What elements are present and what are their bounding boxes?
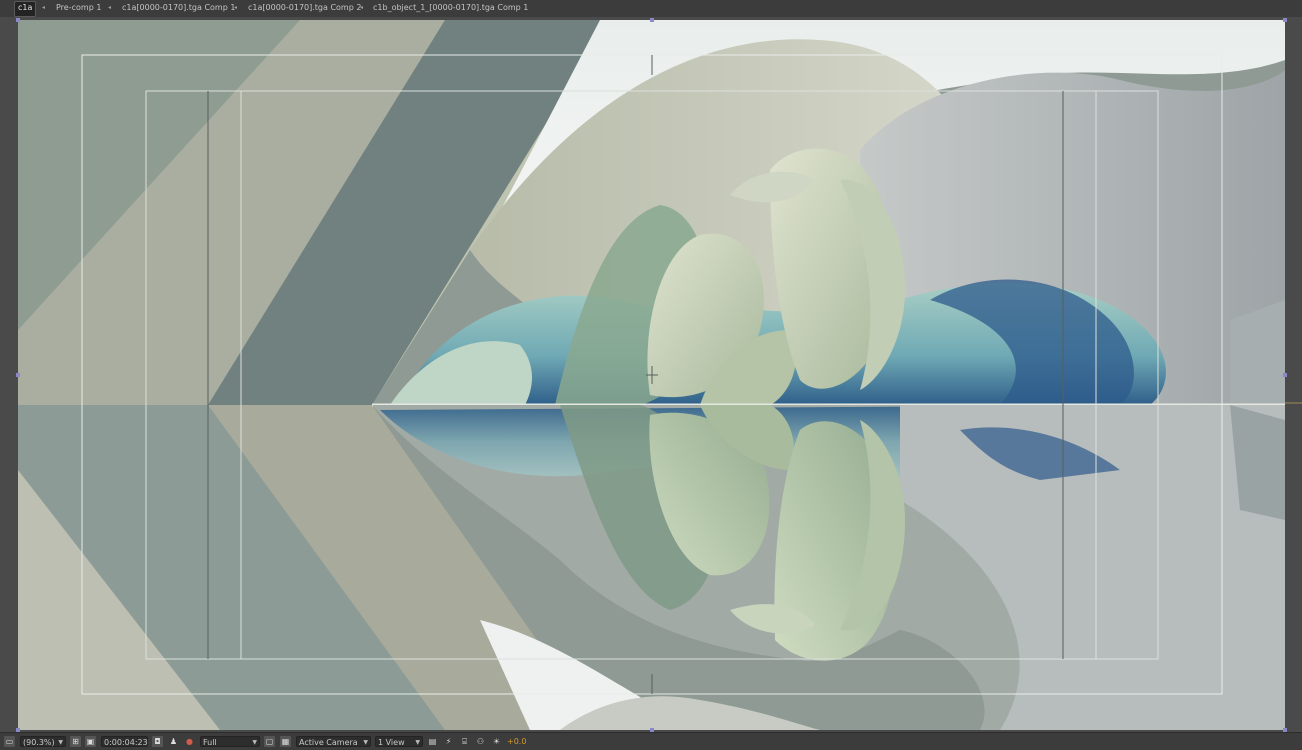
current-time-display[interactable]: 0:00:04:23 (101, 736, 148, 747)
crumb-separator-icon: ◂ (234, 4, 238, 11)
transparency-grid-icon[interactable]: ▦ (280, 736, 291, 747)
timeline-icon[interactable]: ⌸ (459, 736, 470, 747)
safe-margins-icon[interactable]: ⊞ (70, 736, 81, 747)
show-snapshot-icon[interactable]: ♟ (168, 736, 179, 747)
view-layout-dropdown[interactable]: 1 View (375, 736, 423, 748)
viewer-toolbar: ▭ (90.3%) ⊞ ▣ 0:00:04:23 ◘ ♟ ● Full ▢ ▦ … (0, 732, 1302, 750)
crumb-c1a-tga-comp-2[interactable]: c1a[0000-0170].tga Comp 2 (248, 1, 361, 15)
composition-viewer[interactable] (0, 17, 1302, 732)
pixel-aspect-icon[interactable]: ▤ (427, 736, 438, 747)
fast-previews-icon[interactable]: ⚡ (443, 736, 454, 747)
frame-handle (1283, 373, 1287, 377)
crumb-separator-icon: ◂ (42, 4, 46, 11)
composition-frame[interactable] (0, 17, 1302, 732)
frame-handle (1283, 18, 1287, 22)
camera-view-dropdown[interactable]: Active Camera (296, 736, 371, 748)
magnification-dropdown[interactable]: (90.3%) (20, 736, 66, 748)
comp-navigator-bar: c1a ◂ Pre-comp 1 ◂ c1a[0000-0170].tga Co… (0, 0, 1302, 18)
exposure-value[interactable]: +0.0 (507, 736, 526, 747)
frame-handle (16, 18, 20, 22)
crumb-pre-comp-1[interactable]: Pre-comp 1 (56, 1, 101, 15)
crumb-c1b-object-comp-1[interactable]: c1b_object_1_[0000-0170].tga Comp 1 (373, 1, 528, 15)
color-channels-icon[interactable]: ● (184, 736, 195, 747)
region-of-interest-icon[interactable]: ▢ (264, 736, 275, 747)
crumb-separator-icon: ◂ (360, 4, 364, 11)
mask-visibility-icon[interactable]: ▣ (85, 736, 96, 747)
crumb-separator-icon: ◂ (108, 4, 112, 11)
always-preview-icon[interactable]: ▭ (4, 736, 15, 747)
crumb-c1a-tga-comp-1[interactable]: c1a[0000-0170].tga Comp 1 (122, 1, 235, 15)
camera-snapshot-icon[interactable]: ◘ (152, 736, 163, 747)
frame-handle (650, 18, 654, 22)
flowchart-icon[interactable]: ⚇ (475, 736, 486, 747)
resolution-dropdown[interactable]: Full (200, 736, 260, 748)
reset-exposure-icon[interactable]: ☀ (491, 736, 502, 747)
frame-handle (16, 373, 20, 377)
crumb-c1a[interactable]: c1a (14, 1, 37, 17)
